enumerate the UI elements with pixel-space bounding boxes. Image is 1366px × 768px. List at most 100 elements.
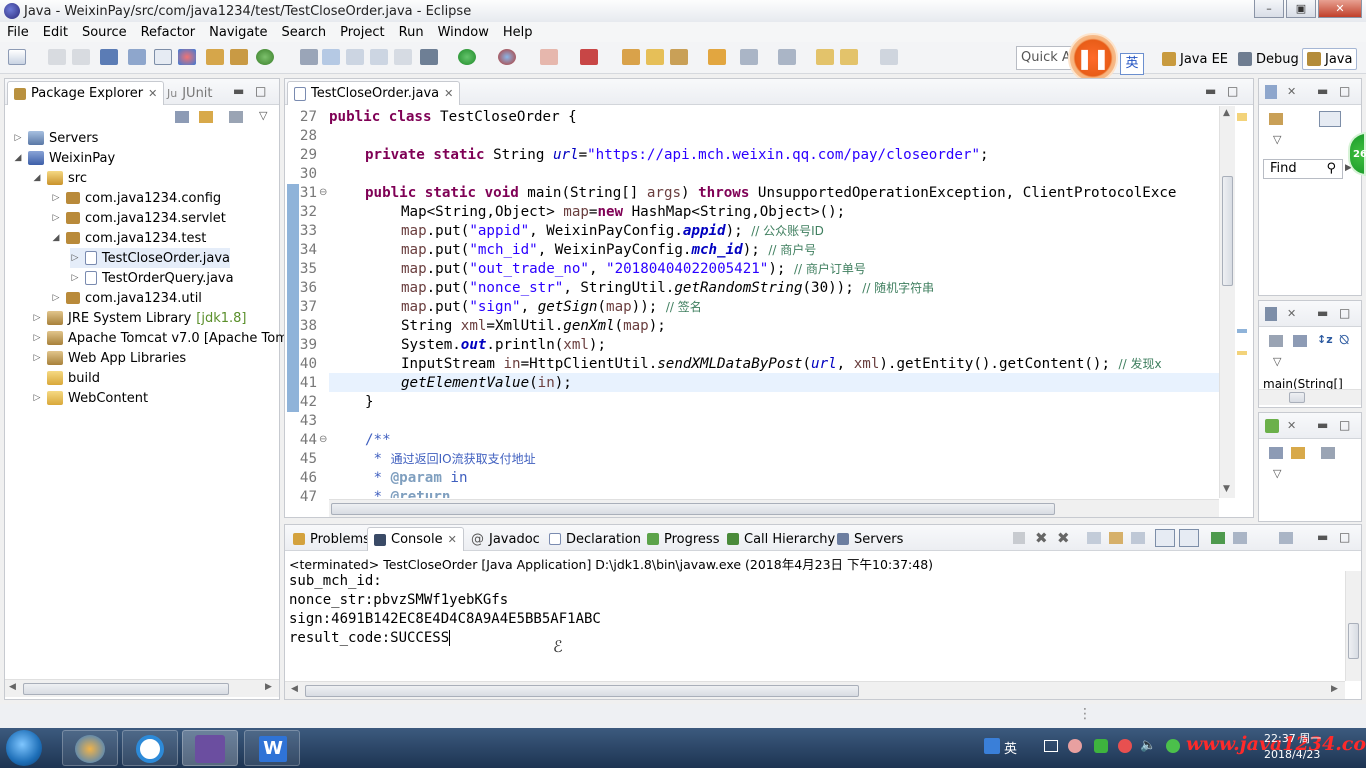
view-menu-icon[interactable]: ▽ <box>1273 355 1281 368</box>
tab-problems[interactable]: Problems <box>287 527 376 551</box>
close-button[interactable]: ✕ <box>1318 0 1362 18</box>
scrollbar-thumb[interactable] <box>23 683 229 695</box>
scrollbar-thumb[interactable] <box>1222 176 1233 286</box>
outline-icon[interactable] <box>1265 307 1277 321</box>
tab-package-explorer[interactable]: Package Explorer ✕ <box>7 81 165 105</box>
new-server-icon[interactable] <box>206 49 224 65</box>
collapsed-arrow-icon[interactable]: ▷ <box>32 393 42 403</box>
tab-progress[interactable]: Progress <box>641 527 725 551</box>
tab-servers[interactable]: Servers <box>831 527 909 551</box>
menu-source[interactable]: Source <box>75 25 134 40</box>
minimize-view-icon[interactable]: ▬ <box>1205 84 1216 98</box>
close-tab-icon[interactable]: ✕ <box>444 87 453 100</box>
perspective-debug[interactable]: Debug <box>1234 48 1303 70</box>
hide-fields-icon[interactable]: ↕z <box>1317 333 1333 346</box>
fold-icon[interactable]: ⊖ <box>319 434 327 445</box>
maximize-view-icon[interactable]: □ <box>255 84 266 98</box>
code-area[interactable]: public class TestCloseOrder { private st… <box>329 108 1219 498</box>
maximize-view-icon[interactable]: □ <box>1339 530 1350 544</box>
paste-icon[interactable] <box>370 49 388 65</box>
tree-item-tomcat-library[interactable]: ▷ Apache Tomcat v7.0 [Apache Tomca <box>32 328 303 348</box>
fold-icon[interactable]: ⊖ <box>319 187 327 198</box>
scroll-lock-icon[interactable] <box>1109 532 1123 544</box>
taskbar-browser-icon[interactable] <box>62 730 118 766</box>
menu-edit[interactable]: Edit <box>36 25 75 40</box>
tab-call-hierarchy[interactable]: Call Hierarchy <box>721 527 841 551</box>
back-icon[interactable] <box>840 49 858 65</box>
tray-app-icon[interactable] <box>1068 739 1082 753</box>
collapsed-arrow-icon[interactable]: ▷ <box>32 313 42 323</box>
tree-item-package[interactable]: ▷ com.java1234.servlet <box>51 208 226 228</box>
collapsed-arrow-icon[interactable]: ▷ <box>70 253 80 263</box>
tree-item-package[interactable]: ◢ com.java1234.test <box>51 228 207 248</box>
minimize-button[interactable]: – <box>1254 0 1284 18</box>
collapse-all-icon[interactable] <box>175 111 189 123</box>
new-icon[interactable] <box>8 49 26 65</box>
maximize-button[interactable]: ▣ <box>1286 0 1316 18</box>
last-edit-icon[interactable] <box>816 49 834 65</box>
remove-all-icon[interactable]: ✖ <box>1057 529 1070 547</box>
prev-annotation-icon[interactable] <box>778 49 796 65</box>
forward-icon[interactable] <box>880 49 898 65</box>
close-tab-icon[interactable]: ✕ <box>1287 419 1296 432</box>
recording-pause-icon[interactable]: ❚❚ <box>1068 33 1118 83</box>
filter-icon[interactable] <box>229 111 243 123</box>
editor-hscrollbar[interactable] <box>329 499 1219 517</box>
next-annotation-icon[interactable] <box>740 49 758 65</box>
tree-item-servers[interactable]: ▷ Servers <box>13 128 99 148</box>
expanded-arrow-icon[interactable]: ◢ <box>51 233 61 243</box>
search-icon[interactable] <box>670 49 688 65</box>
tab-console[interactable]: Console ✕ <box>367 527 464 551</box>
sort-icon[interactable] <box>1293 335 1307 347</box>
taskbar-recorder-icon[interactable] <box>122 730 178 766</box>
minimize-view-icon[interactable]: ▬ <box>1317 530 1328 544</box>
action-center-icon[interactable] <box>1044 740 1058 752</box>
perspective-java[interactable]: Java <box>1302 48 1358 70</box>
taskbar-eclipse-icon[interactable] <box>182 730 238 766</box>
tab-junit[interactable]: Ju JUnit <box>161 81 219 105</box>
word-wrap-icon[interactable] <box>1131 532 1145 544</box>
print-icon[interactable] <box>100 49 118 65</box>
ime-indicator[interactable]: 英 <box>1120 53 1144 75</box>
menu-file[interactable]: File <box>0 25 36 40</box>
clock-time[interactable]: 22:37 周一 <box>1264 730 1321 746</box>
browser-icon[interactable] <box>178 49 196 65</box>
taskbar-word-icon[interactable]: W <box>244 730 300 766</box>
console-output[interactable]: sub_mch_id: nonce_str:pbvzSMWf1yebKGfs s… <box>285 571 1345 681</box>
maximize-view-icon[interactable]: □ <box>1339 418 1350 432</box>
collapsed-arrow-icon[interactable]: ▷ <box>51 293 61 303</box>
clock-date[interactable]: 2018/4/23 <box>1264 748 1320 761</box>
scroll-right-icon[interactable]: ▶ <box>265 682 272 692</box>
new-task-icon[interactable] <box>1269 113 1283 125</box>
menu-navigate[interactable]: Navigate <box>202 25 274 40</box>
close-tab-icon[interactable]: ✕ <box>148 87 157 100</box>
tab-testcloseorder[interactable]: TestCloseOrder.java ✕ <box>287 81 461 105</box>
refactor-icon[interactable] <box>322 49 340 65</box>
minimize-view-icon[interactable]: ▬ <box>1317 418 1328 432</box>
link-icon[interactable] <box>1291 447 1305 459</box>
scrollbar-thumb[interactable] <box>305 685 859 697</box>
display-console-icon[interactable] <box>1233 532 1247 544</box>
security-shield-icon[interactable] <box>1094 739 1108 753</box>
collapsed-arrow-icon[interactable]: ▷ <box>51 213 61 223</box>
minimize-view-icon[interactable]: ▬ <box>1317 306 1328 320</box>
external-tools-icon[interactable] <box>580 49 598 65</box>
tree-item-java-file-selected[interactable]: ▷ TestCloseOrder.java <box>70 248 230 268</box>
format-icon[interactable] <box>394 49 412 65</box>
close-tab-icon[interactable]: ✕ <box>1287 85 1296 98</box>
menu-search[interactable]: Search <box>274 25 333 40</box>
console-vscrollbar[interactable] <box>1345 571 1361 681</box>
tree-item-package[interactable]: ▷ com.java1234.config <box>51 188 222 208</box>
filter-icon[interactable] <box>1321 447 1335 459</box>
minimize-view-icon[interactable]: ▬ <box>233 84 244 98</box>
tree-item-jre-library[interactable]: ▷ JRE System Library [jdk1.8] <box>32 308 247 328</box>
search-tool-icon[interactable] <box>300 49 318 65</box>
show-console-stdout-icon[interactable] <box>1155 529 1175 547</box>
scrollbar-thumb[interactable] <box>1348 623 1359 659</box>
copy-icon[interactable] <box>346 49 364 65</box>
close-tab-icon[interactable]: ✕ <box>448 533 457 546</box>
run-server-icon[interactable] <box>256 49 274 65</box>
menu-refactor[interactable]: Refactor <box>134 25 203 40</box>
open-folder-icon[interactable] <box>708 49 726 65</box>
menu-help[interactable]: Help <box>496 25 540 40</box>
